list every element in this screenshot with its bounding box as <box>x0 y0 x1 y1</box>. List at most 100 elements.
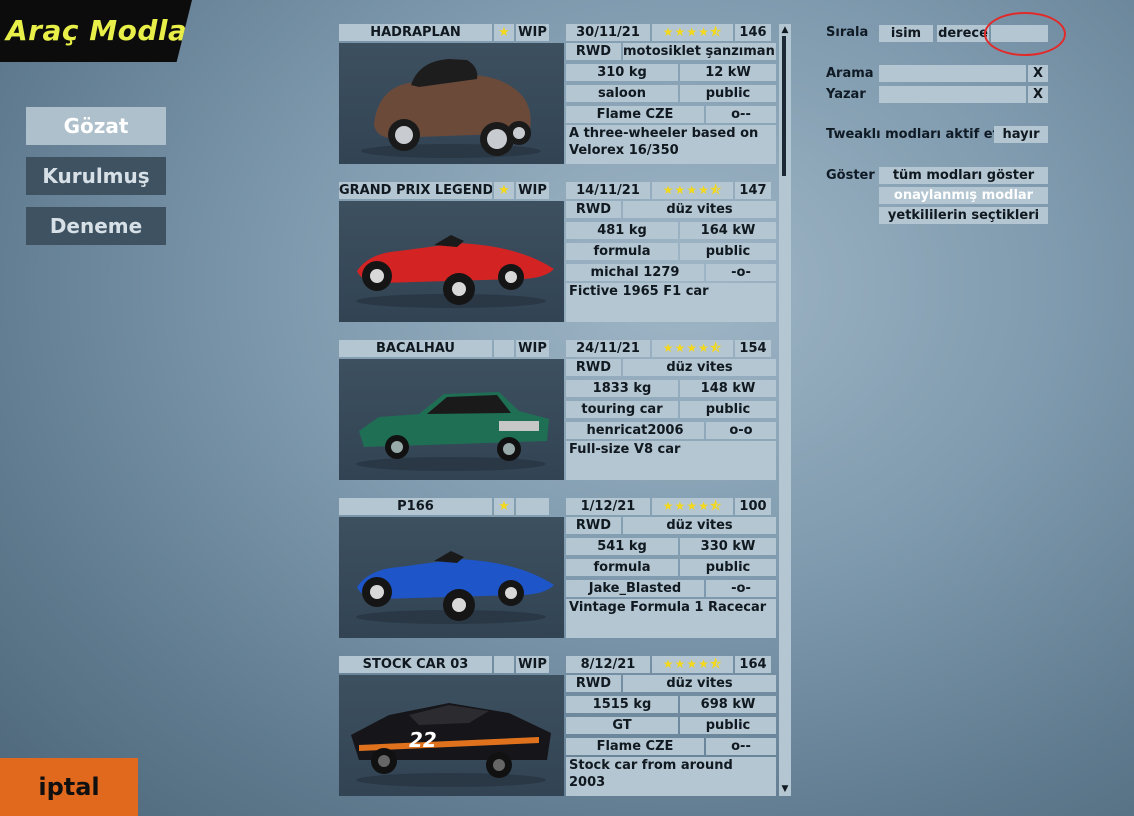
rating-count: 147 <box>735 182 771 199</box>
mod-drive: RWD <box>566 675 621 692</box>
mod-weight: 1833 kg <box>566 380 678 397</box>
show-staff-picks-option[interactable]: yetkililerin seçtikleri <box>879 207 1048 224</box>
mod-author: Jake_Blasted <box>566 580 704 597</box>
tweak-label: Tweaklı modları aktif et <box>826 127 999 142</box>
mod-access: public <box>680 717 776 734</box>
mod-class: touring car <box>566 401 678 418</box>
mod-date: 30/11/21 <box>566 24 650 41</box>
mod-flags: -o- <box>706 264 776 281</box>
wip-badge: WIP <box>516 182 549 199</box>
mod-name: GRAND PRIX LEGEND 65 <box>339 182 492 199</box>
page-title: Araç Modları <box>6 14 212 47</box>
mod-weight: 1515 kg <box>566 696 678 713</box>
nav-installed-button[interactable]: Kurulmuş <box>26 157 166 195</box>
mod-weight: 541 kg <box>566 538 678 555</box>
car-thumbnail[interactable] <box>339 517 564 638</box>
sort-label: Sırala <box>826 25 869 40</box>
mod-access: public <box>680 559 776 576</box>
mod-drive: RWD <box>566 201 621 218</box>
nav-test-button[interactable]: Deneme <box>26 207 166 245</box>
mod-class: GT <box>566 717 678 734</box>
mod-power: 148 kW <box>680 380 776 397</box>
favorite-star-icon[interactable] <box>494 340 514 357</box>
rating-stars: ★★★★⯪ <box>652 24 733 41</box>
author-input[interactable] <box>879 86 1026 103</box>
mod-gearbox: düz vites <box>623 517 776 534</box>
mod-name: HADRAPLAN <box>339 24 492 41</box>
favorite-star-icon[interactable] <box>494 656 514 673</box>
mod-access: public <box>680 401 776 418</box>
svg-text:22: 22 <box>409 728 437 752</box>
mod-date: 24/11/21 <box>566 340 650 357</box>
mod-power: 164 kW <box>680 222 776 239</box>
mod-author: Flame CZE <box>566 106 704 123</box>
favorite-star-icon[interactable]: ★ <box>494 182 514 199</box>
mod-flags: -o- <box>706 580 776 597</box>
rating-stars: ★★★★⯪ <box>652 340 733 357</box>
mod-gearbox: motosiklet şanzımanı <box>623 43 776 60</box>
mod-access: public <box>680 243 776 260</box>
scroll-up-icon[interactable]: ▲ <box>779 24 791 36</box>
mod-access: public <box>680 85 776 102</box>
wip-badge: WIP <box>516 656 549 673</box>
wip-badge <box>516 498 549 515</box>
mod-class: saloon <box>566 85 678 102</box>
favorite-star-icon[interactable]: ★ <box>494 24 514 41</box>
mod-weight: 310 kg <box>566 64 678 81</box>
car-thumbnail[interactable]: 22 <box>339 675 564 796</box>
rating-count: 146 <box>735 24 771 41</box>
mod-weight: 481 kg <box>566 222 678 239</box>
tweak-toggle-button[interactable]: hayır <box>994 126 1048 143</box>
sort-rating-button[interactable]: derece <box>937 25 989 42</box>
show-all-option[interactable]: tüm modları göster <box>879 167 1048 184</box>
show-approved-option[interactable]: onaylanmış modlar <box>879 187 1048 204</box>
wip-badge: WIP <box>516 24 549 41</box>
search-clear-button[interactable]: X <box>1028 65 1048 82</box>
mod-flags: o-- <box>706 106 776 123</box>
rating-stars: ★★★★⯪ <box>652 656 733 673</box>
search-input[interactable] <box>879 65 1026 82</box>
author-label: Yazar <box>826 87 866 102</box>
mod-power: 330 kW <box>680 538 776 555</box>
scroll-down-icon[interactable]: ▼ <box>779 783 791 795</box>
mod-author: henricat2006 <box>566 422 704 439</box>
mod-author: Flame CZE <box>566 738 704 755</box>
rating-count: 154 <box>735 340 771 357</box>
author-clear-button[interactable]: X <box>1028 86 1048 103</box>
mod-power: 698 kW <box>680 696 776 713</box>
mod-description: Vintage Formula 1 Racecar <box>566 599 776 638</box>
favorite-star-icon[interactable]: ★ <box>494 498 514 515</box>
car-thumbnail[interactable] <box>339 359 564 480</box>
mod-date: 1/12/21 <box>566 498 650 515</box>
mod-name: STOCK CAR 03 <box>339 656 492 673</box>
mod-description: A three-wheeler based on Velorex 16/350 <box>566 125 776 164</box>
rating-stars: ★★★★⯪ <box>652 182 733 199</box>
cancel-button[interactable]: iptal <box>0 758 138 816</box>
mod-gearbox: düz vites <box>623 359 776 376</box>
search-label: Arama <box>826 66 874 81</box>
nav-browse-button[interactable]: Gözat <box>26 107 166 145</box>
mod-flags: o-o <box>706 422 776 439</box>
sort-name-button[interactable]: isim <box>879 25 933 42</box>
mod-author: michal 1279 <box>566 264 704 281</box>
mod-flags: o-- <box>706 738 776 755</box>
scrollbar-thumb[interactable] <box>782 36 786 176</box>
mod-date: 8/12/21 <box>566 656 650 673</box>
mod-drive: RWD <box>566 43 621 60</box>
wip-badge: WIP <box>516 340 549 357</box>
mod-power: 12 kW <box>680 64 776 81</box>
mod-drive: RWD <box>566 517 621 534</box>
mod-gearbox: düz vites <box>623 675 776 692</box>
mod-description: Full-size V8 car <box>566 441 776 480</box>
rating-count: 100 <box>735 498 771 515</box>
car-thumbnail[interactable] <box>339 201 564 322</box>
mod-name: P166 <box>339 498 492 515</box>
show-label: Göster <box>826 168 875 183</box>
mod-class: formula <box>566 559 678 576</box>
rating-stars: ★★★★⯪ <box>652 498 733 515</box>
mod-drive: RWD <box>566 359 621 376</box>
car-thumbnail[interactable] <box>339 43 564 164</box>
mod-description: Fictive 1965 F1 car <box>566 283 776 322</box>
mod-gearbox: düz vites <box>623 201 776 218</box>
highlight-circle-annotation <box>984 12 1066 56</box>
